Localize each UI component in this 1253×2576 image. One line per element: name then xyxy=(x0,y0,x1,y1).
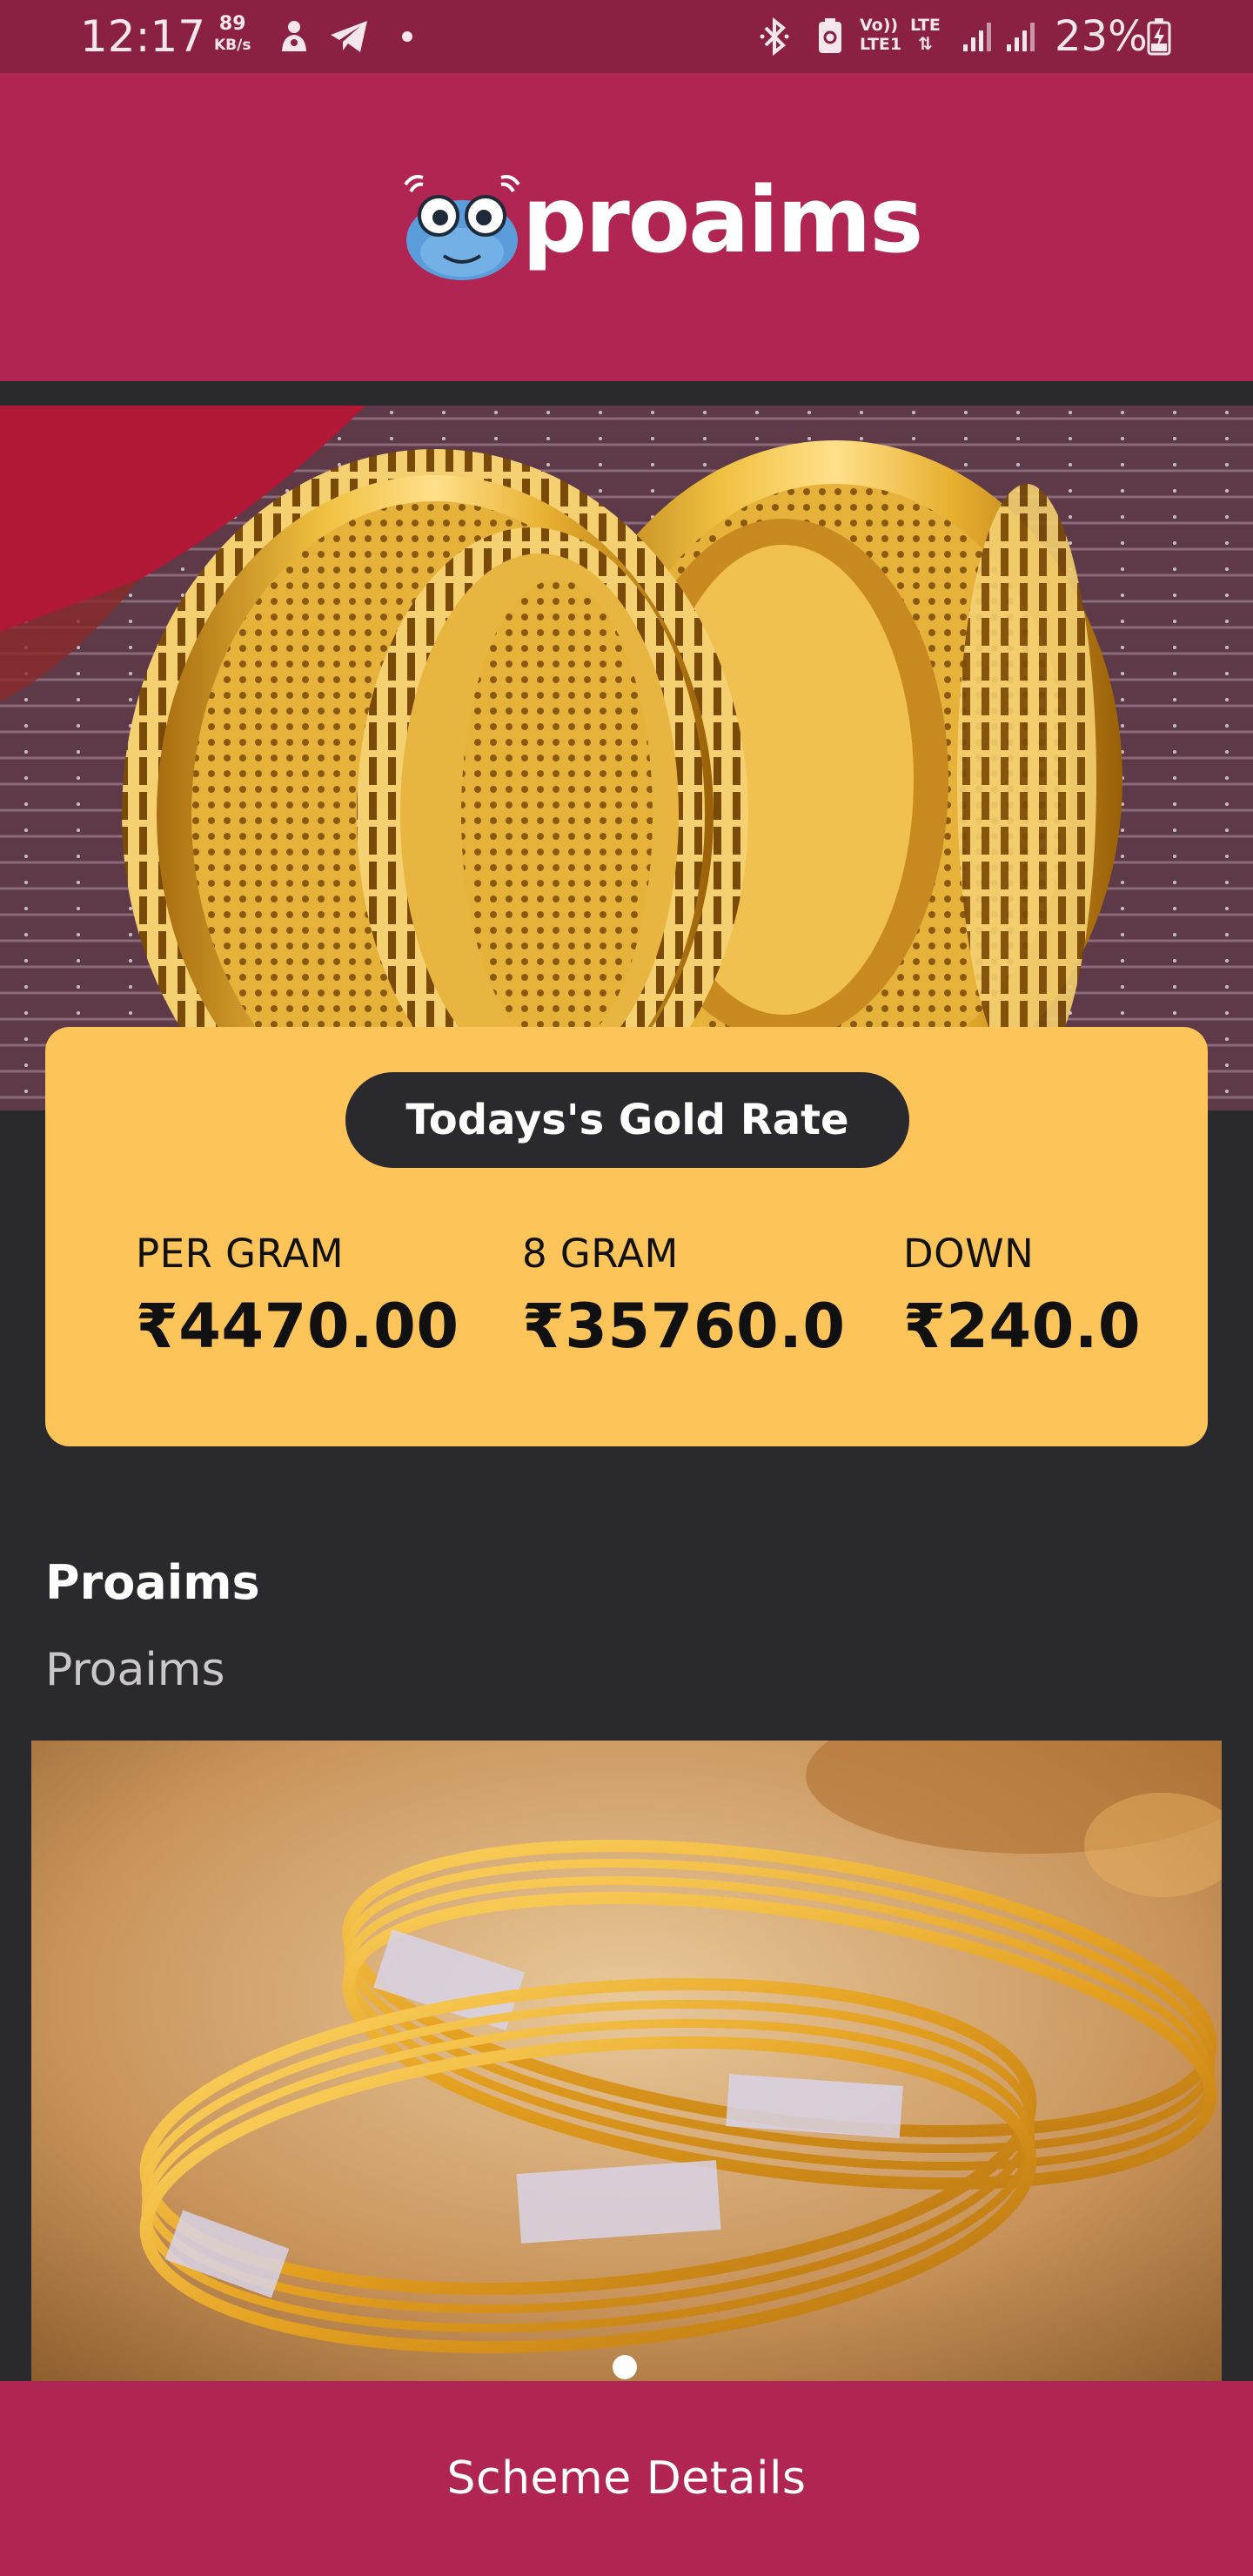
bluetooth-icon xyxy=(755,16,794,57)
telegram-icon xyxy=(327,16,371,57)
rate-down: DOWN ₹240.0 xyxy=(903,1231,1141,1363)
volte-label: Vo)) xyxy=(860,16,899,35)
brand-name: proaims xyxy=(522,167,923,273)
rate-label: PER GRAM xyxy=(136,1231,345,1277)
gold-rate-title: Todays's Gold Rate xyxy=(345,1072,909,1168)
section-title: Proaims xyxy=(45,1555,260,1610)
lte-label: LTE xyxy=(910,16,941,35)
rate-8-gram: 8 GRAM ₹35760.0 xyxy=(522,1231,846,1363)
notification-app-icon xyxy=(277,16,312,57)
network-speed-value: 89 xyxy=(218,13,246,35)
brand-logo: proaims xyxy=(397,167,923,282)
volte-indicator: Vo)) LTE1 xyxy=(860,16,901,54)
app-header: proaims xyxy=(0,73,1253,381)
rate-value: ₹240.0 xyxy=(903,1291,1142,1362)
rate-label: DOWN xyxy=(903,1231,1035,1277)
scheme-details-button[interactable]: Scheme Details xyxy=(0,2381,1253,2576)
rate-per-gram: PER GRAM ₹4470.00 xyxy=(136,1231,459,1363)
banner-image-gold-bangles[interactable] xyxy=(0,406,1253,1110)
battery-percentage: 23% xyxy=(1055,12,1148,61)
battery-charging-icon xyxy=(1145,16,1173,57)
network-speed: 89 KB/s xyxy=(214,14,251,56)
lte-indicator: LTE ⇅ xyxy=(910,16,941,52)
divider xyxy=(0,381,1253,406)
rate-label: 8 GRAM xyxy=(522,1231,679,1277)
signal-icon-sim2 xyxy=(1004,16,1039,57)
mascot-logo-icon xyxy=(404,175,520,280)
battery-saver-icon xyxy=(813,16,848,57)
lte1-label: LTE1 xyxy=(860,35,902,54)
data-arrows-icon: ⇅ xyxy=(918,33,933,54)
section-subtitle: Proaims xyxy=(45,1644,225,1696)
carousel-indicator-dot[interactable] xyxy=(613,2355,637,2379)
rate-value: ₹35760.0 xyxy=(522,1291,846,1362)
notification-dot-icon xyxy=(399,16,416,57)
rate-value: ₹4470.00 xyxy=(136,1291,459,1362)
status-time: 12:17 xyxy=(80,11,206,62)
network-speed-unit: KB/s xyxy=(214,37,251,54)
status-bar: 12:17 89 KB/s Vo)) LTE1 LTE ⇅ 23% xyxy=(0,0,1253,73)
signal-icon-sim1 xyxy=(961,16,995,57)
gold-rate-card: Todays's Gold Rate PER GRAM ₹4470.00 8 G… xyxy=(45,1027,1208,1446)
product-image-bangles[interactable] xyxy=(31,1741,1222,2385)
